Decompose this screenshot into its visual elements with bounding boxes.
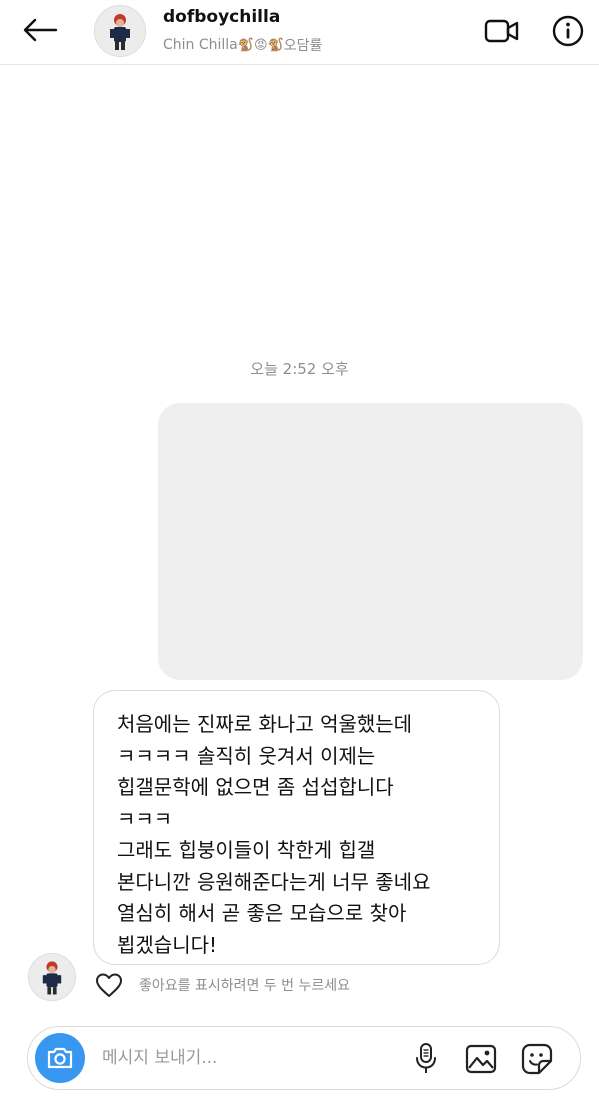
message-input[interactable] xyxy=(102,1039,402,1077)
sticker-button[interactable] xyxy=(519,1041,555,1077)
message-line: 힙갤문학에 없으면 좀 섭섭합니다 xyxy=(117,775,394,799)
subtitle-name: Chin Chilla xyxy=(163,37,238,53)
message-line: 그래도 힙붕이들이 착한게 힙갤 xyxy=(117,838,376,862)
video-call-button[interactable] xyxy=(482,12,522,50)
subtitle-tail: 오담률 xyxy=(283,38,323,54)
image-icon xyxy=(465,1044,497,1074)
heart-icon[interactable] xyxy=(95,972,123,998)
message-line: ㅋㅋㅋ xyxy=(117,806,173,831)
back-button[interactable] xyxy=(18,10,62,50)
gallery-button[interactable] xyxy=(463,1041,499,1077)
arrow-left-icon xyxy=(23,18,58,42)
message-composer xyxy=(27,1026,581,1090)
chat-header: dofboychilla Chin Chilla 🐒😡🐒 오담률 xyxy=(0,0,599,65)
camera-icon xyxy=(47,1047,73,1069)
message-line: 열심히 해서 곧 좋은 모습으로 찾아 xyxy=(117,901,407,925)
voice-message-button[interactable] xyxy=(408,1041,444,1077)
video-camera-icon xyxy=(484,19,519,43)
camera-button[interactable] xyxy=(35,1033,85,1083)
message-timestamp: 오늘 2:52 오후 xyxy=(250,360,349,378)
shared-media-message[interactable] xyxy=(158,403,583,680)
chat-subtitle: Chin Chilla 🐒😡🐒 오담률 xyxy=(163,35,322,55)
sender-avatar[interactable] xyxy=(28,953,76,1001)
avatar-image xyxy=(95,6,145,56)
message-line: 뵙겠습니다! xyxy=(117,932,218,957)
profile-avatar[interactable] xyxy=(94,5,146,57)
info-button[interactable] xyxy=(548,11,588,51)
chat-username[interactable]: dofboychilla xyxy=(163,7,280,27)
subtitle-emojis: 🐒😡🐒 xyxy=(237,37,284,53)
sticker-icon xyxy=(521,1043,553,1075)
microphone-icon xyxy=(416,1043,436,1073)
avatar-image xyxy=(29,954,75,1000)
like-row: 좋아요를 표시하려면 두 번 누르세요 xyxy=(95,972,350,998)
message-line: 처음에는 진짜로 화나고 억울했는데 xyxy=(117,712,413,736)
message-line: 본다니깐 응원해준다는게 너무 좋네요 xyxy=(117,869,431,894)
message-line: ㅋㅋㅋㅋ 솔직히 웃겨서 이제는 xyxy=(117,743,376,768)
like-hint-text: 좋아요를 표시하려면 두 번 누르세요 xyxy=(139,978,350,994)
received-message-bubble[interactable]: 처음에는 진짜로 화나고 억울했는데 ㅋㅋㅋㅋ 솔직히 웃겨서 이제는 힙갤문학… xyxy=(93,690,500,965)
info-icon xyxy=(552,15,584,47)
